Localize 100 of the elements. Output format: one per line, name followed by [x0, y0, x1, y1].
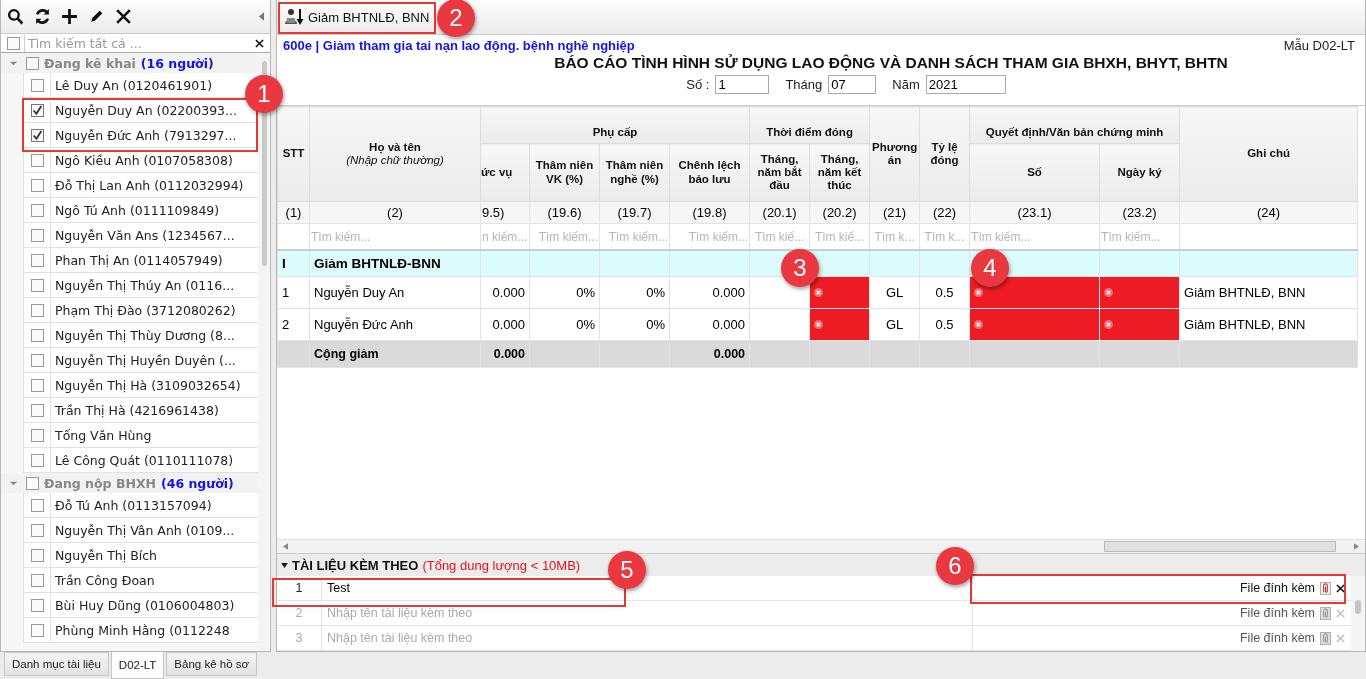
checkbox[interactable]: [30, 523, 44, 537]
table-cell: Giảm BHTNLĐ, BNN: [1184, 285, 1306, 300]
filter-field[interactable]: Tìm kiếm...: [529, 223, 600, 250]
checkbox[interactable]: [30, 303, 44, 317]
error-cell[interactable]: [1099, 308, 1180, 341]
right-arrow-icon[interactable]: [1354, 543, 1359, 550]
filter-input[interactable]: Tìm kiế...: [750, 229, 810, 244]
checkbox[interactable]: [30, 623, 44, 637]
column-header: Ngày ký: [1099, 143, 1180, 202]
table-cell: Nguyễn Duy An: [314, 285, 405, 300]
section-title: TÀI LIỆU KÈM THEO: [292, 557, 419, 573]
column-number: (23.1): [1017, 205, 1052, 220]
remove-icon[interactable]: [1336, 583, 1345, 593]
error-cell[interactable]: [1099, 276, 1180, 309]
column-number: (19.8): [692, 205, 727, 220]
filter-field[interactable]: Tìm kiế...: [809, 223, 870, 250]
refresh-icon[interactable]: [34, 8, 51, 25]
field-label: Số :: [686, 77, 710, 92]
checkbox[interactable]: [30, 78, 44, 92]
filter-input[interactable]: Tìm kiế...: [810, 229, 870, 244]
input-field[interactable]: 07: [828, 75, 877, 94]
table-cell: 0.000: [712, 317, 746, 332]
scrollbar[interactable]: [277, 539, 1365, 553]
error-cell[interactable]: [809, 308, 870, 341]
close-icon[interactable]: [115, 8, 132, 25]
checkbox[interactable]: [26, 476, 39, 490]
paperclip-icon[interactable]: [1320, 631, 1331, 645]
filter-field[interactable]: Tìm kiếm...: [969, 223, 1100, 250]
checkbox[interactable]: [30, 353, 44, 367]
filter-field[interactable]: Tìm kiếm...: [599, 223, 670, 250]
checkbox[interactable]: [30, 498, 44, 512]
column-number: (22): [933, 205, 957, 220]
collapse-icon[interactable]: [259, 12, 264, 21]
column-number: (1): [285, 205, 302, 220]
filter-field[interactable]: Tìm kiếm...: [669, 223, 750, 250]
table-cell: Cộng giảm: [314, 347, 379, 361]
checkbox[interactable]: [26, 56, 39, 70]
filter-input[interactable]: Tìm kiếm...: [970, 229, 1100, 244]
decrease-button[interactable]: Giảm BHTNLĐ, BNN: [280, 4, 434, 30]
checkbox[interactable]: [30, 228, 44, 242]
filter-input[interactable]: n kiếm...: [481, 229, 529, 244]
checkbox[interactable]: [30, 103, 44, 117]
checkbox[interactable]: [30, 453, 44, 467]
error-icon: [1104, 320, 1114, 329]
checkbox[interactable]: [30, 428, 44, 442]
checkbox[interactable]: [7, 36, 20, 50]
input-field[interactable]: 2021: [925, 75, 1006, 94]
filter-input[interactable]: Tìm kiếm...: [530, 229, 599, 244]
checkbox[interactable]: [30, 328, 44, 342]
error-icon: [814, 320, 824, 329]
checkbox[interactable]: [30, 378, 44, 392]
row-number: 2: [295, 606, 303, 620]
paperclip-icon[interactable]: [1320, 606, 1331, 620]
left-arrow-icon[interactable]: [283, 543, 288, 550]
column-number: (21): [883, 205, 907, 220]
filter-field[interactable]: Tìm k...: [869, 223, 920, 250]
checkbox[interactable]: [30, 573, 44, 587]
filter-field[interactable]: Tìm kiế...: [749, 223, 810, 250]
filter-input[interactable]: Tìm kiếm...: [670, 229, 750, 244]
error-cell[interactable]: [809, 276, 870, 309]
filter-input[interactable]: Tìm k...: [870, 229, 920, 244]
caret-icon[interactable]: [281, 562, 288, 568]
checkbox[interactable]: [30, 203, 44, 217]
checkbox[interactable]: [30, 403, 44, 417]
search-icon[interactable]: [7, 8, 24, 25]
tab[interactable]: Bảng kê hồ sơ: [166, 652, 258, 676]
table-cell: 0.000: [492, 317, 525, 332]
attach-file-label[interactable]: File đính kèm: [1239, 581, 1315, 595]
filter-input[interactable]: Tìm kiếm...: [310, 229, 480, 244]
filter-input[interactable]: Tìm k...: [920, 229, 970, 244]
checkbox[interactable]: [30, 548, 44, 562]
pencil-icon[interactable]: [88, 8, 105, 25]
filter-field[interactable]: Tìm kiếm...: [1099, 223, 1180, 250]
table-cell: 0.000: [492, 285, 525, 300]
error-cell[interactable]: [969, 308, 1100, 341]
filter-field[interactable]: n kiếm...: [480, 223, 530, 250]
filter-field[interactable]: Tìm kiếm...: [309, 223, 481, 250]
checkbox[interactable]: [30, 153, 44, 167]
column-number: (20.2): [822, 205, 857, 220]
table-cell: 0.000: [713, 347, 746, 361]
group-count: (16 người): [140, 55, 214, 71]
filter-field[interactable]: Tìm k...: [919, 223, 970, 250]
table-cell: 0.5: [935, 285, 954, 300]
paperclip-icon[interactable]: [1320, 581, 1331, 595]
filter-input[interactable]: Tìm kiếm...: [600, 229, 669, 244]
column-number: (24): [1257, 205, 1281, 220]
filter-input[interactable]: Tìm kiếm...: [1100, 229, 1180, 244]
checkbox[interactable]: [30, 598, 44, 612]
checkbox[interactable]: [30, 128, 44, 142]
input-field[interactable]: 1: [715, 75, 770, 94]
tab[interactable]: Danh mục tài liệu: [4, 652, 109, 676]
error-icon: [974, 288, 984, 297]
scrollbar[interactable]: [1351, 576, 1365, 651]
clear-icon[interactable]: [255, 38, 264, 48]
table-cell: GL: [885, 317, 904, 332]
add-icon[interactable]: [61, 8, 78, 25]
checkbox[interactable]: [30, 278, 44, 292]
checkbox[interactable]: [30, 178, 44, 192]
tab[interactable]: D02-LT: [110, 652, 165, 679]
checkbox[interactable]: [30, 253, 44, 267]
